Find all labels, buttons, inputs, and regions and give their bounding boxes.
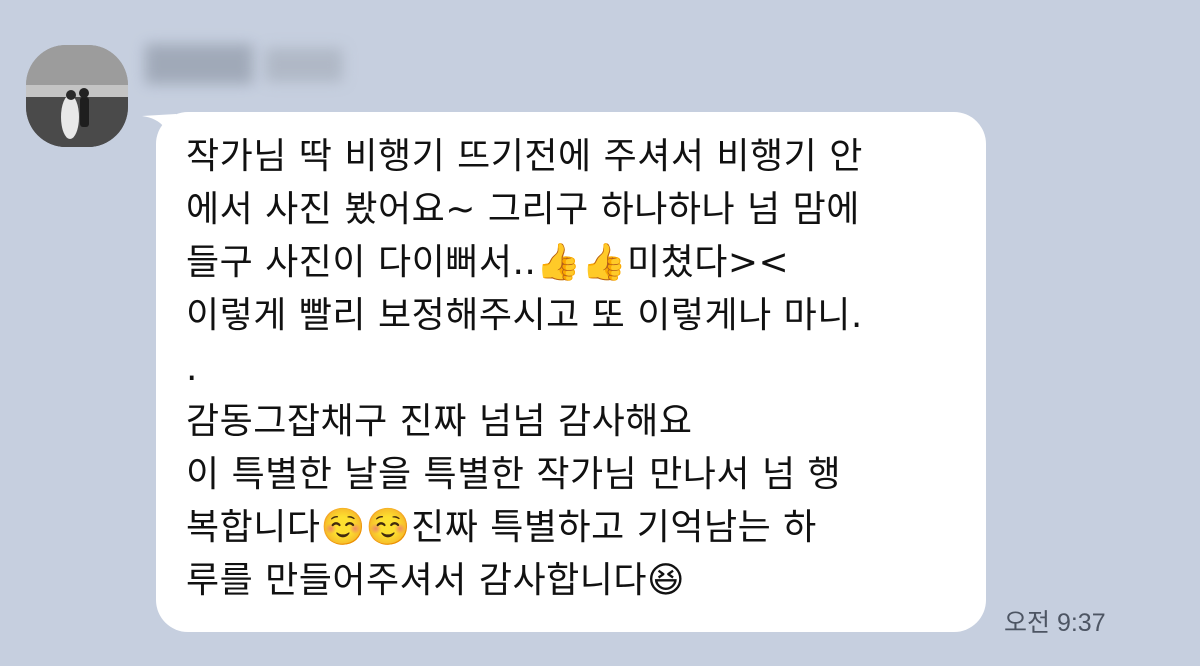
blurred-name-part xyxy=(145,44,253,84)
message-timestamp: 오전 9:37 xyxy=(1004,609,1106,637)
message-text: 작가님 딱 비행기 뜨기전에 주셔서 비행기 안 에서 사진 봤어요~ 그리구 … xyxy=(186,136,863,601)
sender-avatar[interactable] xyxy=(26,45,128,147)
blurred-name-part xyxy=(265,48,343,82)
message-bubble[interactable]: 작가님 딱 비행기 뜨기전에 주셔서 비행기 안 에서 사진 봤어요~ 그리구 … xyxy=(156,112,986,632)
avatar-photo-icon xyxy=(26,45,128,147)
sender-name xyxy=(145,38,345,90)
